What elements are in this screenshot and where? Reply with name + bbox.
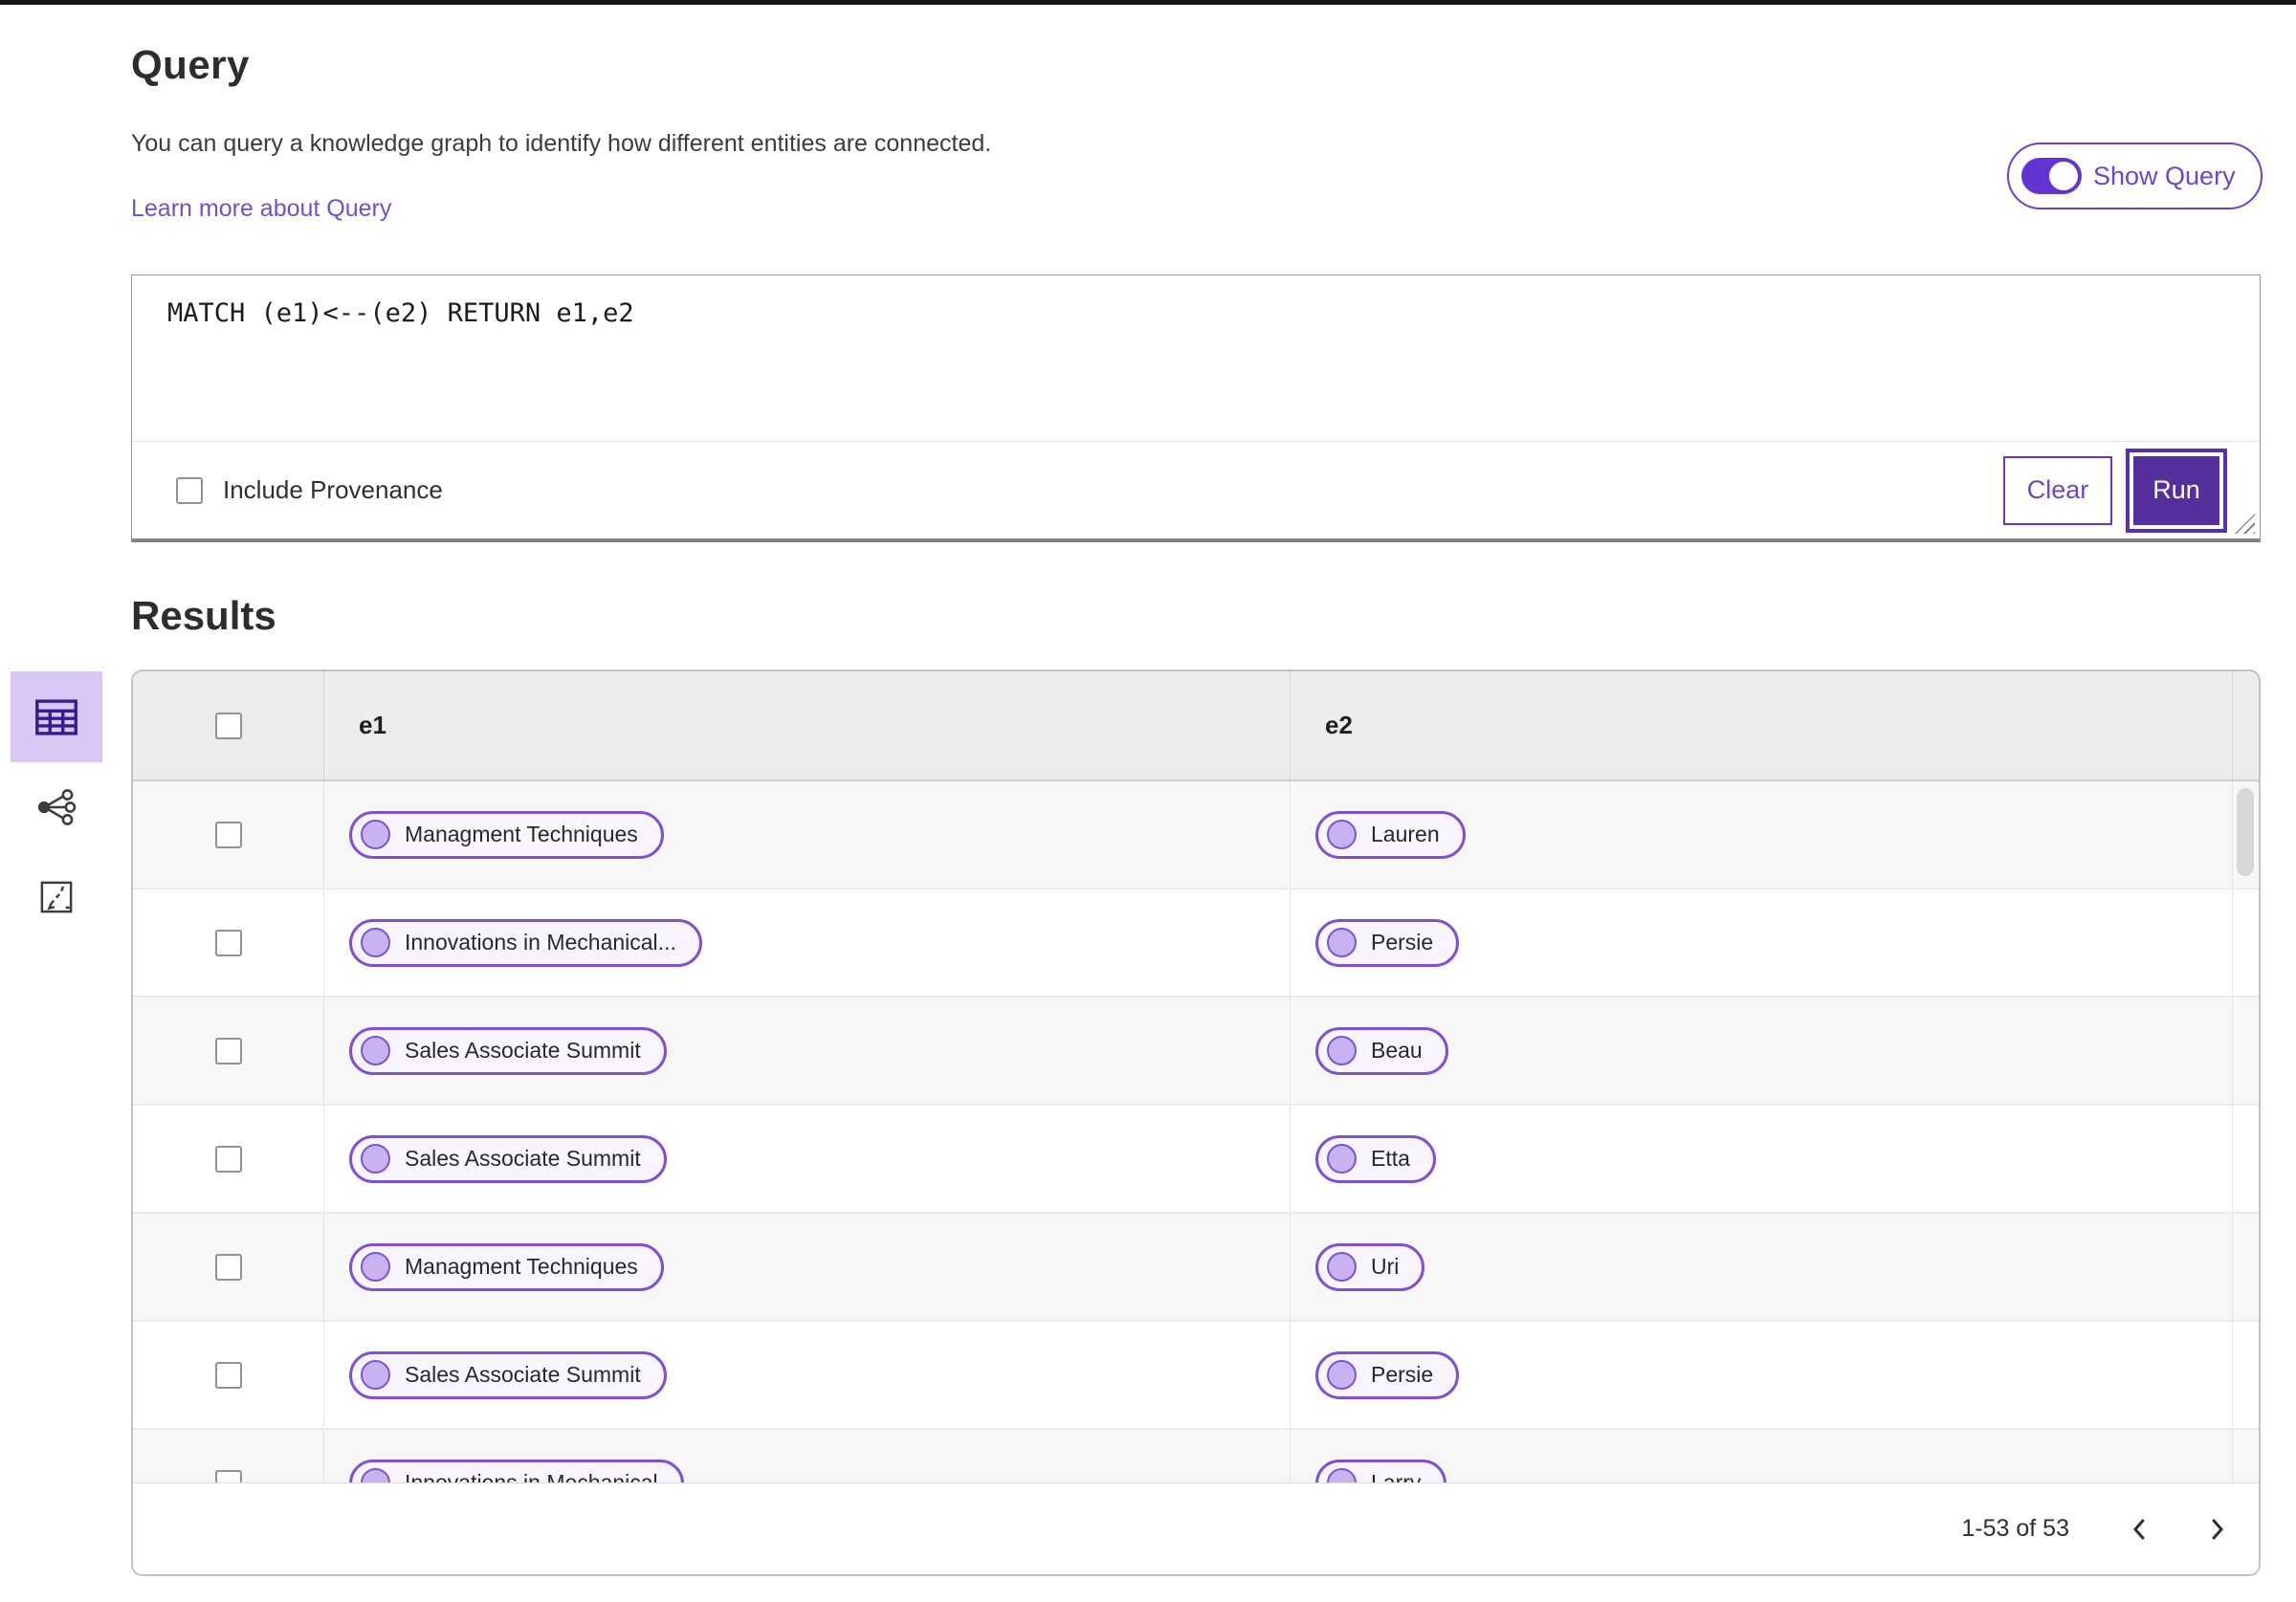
entity-label: Beau: [1371, 1038, 1423, 1063]
select-all-checkbox[interactable]: [214, 712, 242, 739]
show-query-toggle[interactable]: Show Query: [2007, 143, 2263, 209]
table-row: Sales Associate Summit Etta: [133, 1106, 2259, 1214]
entity-pill-e1[interactable]: Managment Techniques: [349, 1242, 664, 1291]
entity-node-icon: [1327, 1036, 1357, 1065]
next-page-button[interactable]: [2196, 1508, 2238, 1550]
entity-label: Uri: [1371, 1254, 1400, 1279]
entity-pill-e2[interactable]: Lauren: [1315, 810, 1466, 859]
entity-node-icon: [1327, 1144, 1357, 1174]
row-checkbox[interactable]: [214, 929, 242, 956]
entity-node-icon: [361, 1252, 390, 1282]
entity-label: Innovations in Mechanical...: [405, 930, 676, 955]
entity-pill-e1[interactable]: Innovations in Mechanical...: [349, 918, 702, 967]
results-title: Results: [131, 593, 276, 638]
table-row: Managment Techniques Uri: [133, 1214, 2259, 1322]
row-checkbox[interactable]: [214, 1037, 242, 1064]
entity-label: Sales Associate Summit: [405, 1146, 641, 1171]
include-provenance-checkbox[interactable]: [176, 476, 203, 504]
previous-page-button[interactable]: [2119, 1508, 2161, 1550]
graph-icon: [37, 789, 77, 825]
query-editor-panel: MATCH (e1)<--(e2) RETURN e1,e2 Include P…: [131, 274, 2261, 542]
entity-node-icon: [361, 1144, 390, 1174]
page-description: You can query a knowledge graph to ident…: [131, 130, 992, 157]
entity-node-icon: [1327, 1252, 1357, 1282]
query-page: Query You can query a knowledge graph to…: [0, 0, 2296, 1602]
entity-node-icon: [361, 820, 390, 849]
row-checkbox[interactable]: [214, 1253, 242, 1281]
entity-pill-e1[interactable]: Sales Associate Summit: [349, 1134, 667, 1183]
table-row: Sales Associate Summit Persie: [133, 1322, 2259, 1430]
include-provenance-label: Include Provenance: [223, 475, 443, 504]
learn-more-link[interactable]: Learn more about Query: [131, 195, 391, 223]
results-table-card: e1 e2 Managment Techniques Lauren Innova: [131, 669, 2261, 1576]
toggle-on-icon: [2021, 158, 2082, 194]
column-header-e2: e2: [1325, 711, 1353, 739]
entity-node-icon: [1327, 928, 1357, 957]
entity-node-icon: [361, 1360, 390, 1390]
row-checkbox[interactable]: [214, 1145, 242, 1173]
graph-view-button[interactable]: [28, 785, 85, 829]
results-view-switcher: [11, 671, 102, 919]
entity-label: Persie: [1371, 930, 1434, 955]
fit-graph-icon: [40, 881, 73, 913]
table-icon: [35, 698, 77, 735]
column-header-e1: e1: [359, 711, 386, 739]
entity-node-icon: [361, 928, 390, 957]
table-row: Sales Associate Summit Beau: [133, 998, 2259, 1106]
table-row: Managment Techniques Lauren: [133, 781, 2259, 889]
table-scrollbar-thumb[interactable]: [2237, 788, 2254, 876]
entity-pill-e2[interactable]: Beau: [1315, 1026, 1448, 1075]
clear-button[interactable]: Clear: [2003, 455, 2112, 525]
entity-pill-e2[interactable]: Etta: [1315, 1134, 1436, 1183]
entity-pill-e1[interactable]: Managment Techniques: [349, 810, 664, 859]
entity-label: Etta: [1371, 1146, 1410, 1171]
entity-node-icon: [1327, 1360, 1357, 1390]
entity-pill-e1[interactable]: Sales Associate Summit: [349, 1026, 667, 1075]
table-row: Innovations in Mechanical... Persie: [133, 889, 2259, 998]
entity-pill-e1[interactable]: Sales Associate Summit: [349, 1350, 667, 1399]
entity-node-icon: [1327, 820, 1357, 849]
pagination-bar: 1-53 of 53: [133, 1482, 2259, 1574]
table-header-row: e1 e2: [133, 671, 2259, 781]
entity-label: Lauren: [1371, 822, 1440, 846]
entity-pill-e2[interactable]: Persie: [1315, 918, 1460, 967]
run-button[interactable]: Run: [2126, 448, 2227, 533]
entity-label: Managment Techniques: [405, 1254, 638, 1279]
show-query-label: Show Query: [2093, 161, 2236, 190]
row-checkbox[interactable]: [214, 821, 242, 848]
entity-label: Sales Associate Summit: [405, 1362, 641, 1387]
chevron-right-icon: [2212, 1518, 2223, 1540]
pagination-range-label: 1-53 of 53: [1961, 1515, 2069, 1542]
table-body: Managment Techniques Lauren Innovations …: [133, 781, 2259, 1538]
chevron-left-icon: [2133, 1518, 2145, 1540]
entity-label: Sales Associate Summit: [405, 1038, 641, 1063]
entity-pill-e2[interactable]: Persie: [1315, 1350, 1460, 1399]
row-checkbox[interactable]: [214, 1361, 242, 1389]
table-view-button[interactable]: [11, 671, 102, 762]
entity-label: Managment Techniques: [405, 822, 638, 846]
entity-pill-e2[interactable]: Uri: [1315, 1242, 1425, 1291]
query-actions-bar: Include Provenance Clear Run: [132, 442, 2260, 538]
fit-view-button[interactable]: [28, 875, 85, 919]
entity-label: Persie: [1371, 1362, 1434, 1387]
query-text-input[interactable]: MATCH (e1)<--(e2) RETURN e1,e2: [132, 275, 2260, 442]
page-title: Query: [131, 42, 250, 87]
window-top-edge: [0, 0, 2296, 5]
entity-node-icon: [361, 1036, 390, 1065]
